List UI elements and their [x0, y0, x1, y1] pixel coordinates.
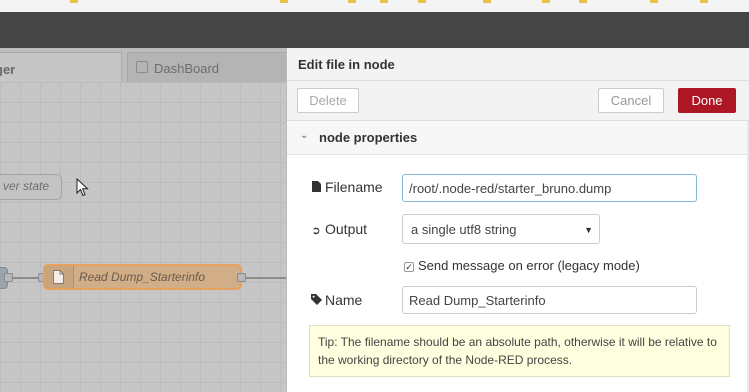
bookmark-icon[interactable] [650, 0, 658, 3]
app-header [0, 12, 749, 48]
output-label: ➲ Output [309, 221, 367, 237]
panel-title-bar: Edit file in node [287, 48, 749, 81]
bookmark-icon[interactable] [579, 0, 587, 3]
output-port[interactable] [4, 273, 13, 282]
sign-out-icon: ➲ [311, 225, 321, 237]
flow-tab-icon [136, 61, 148, 73]
bookmark-icon[interactable] [348, 0, 356, 3]
tag-icon [309, 294, 323, 308]
flow-canvas[interactable]: ver state Read Dump_Starterinfo [0, 82, 286, 392]
flow-workspace: ger DashBoard ver state Read Dump_Starte… [0, 48, 286, 392]
name-input[interactable]: Read Dump_Starterinfo [402, 286, 697, 314]
tab-flow[interactable]: ger [0, 52, 122, 82]
delete-button[interactable]: Delete [297, 88, 359, 113]
filename-label: Filename [309, 179, 383, 195]
section-title: node properties [319, 130, 418, 145]
file-in-node[interactable]: Read Dump_Starterinfo [43, 264, 242, 290]
send-error-label: Send message on error (legacy mode) [418, 258, 640, 273]
tip-box: Tip: The filename should be an absolute … [309, 325, 730, 377]
workspace-tabbar: ger DashBoard [0, 48, 286, 82]
edit-node-panel: Edit file in node Delete Cancel Done ⌄ n… [286, 48, 749, 392]
node-label: ver state [3, 179, 50, 193]
send-error-checkbox[interactable]: ✓ [404, 262, 414, 272]
bookmark-icon[interactable] [280, 0, 288, 3]
bookmark-icon[interactable] [483, 0, 491, 3]
bookmark-icon[interactable] [380, 0, 388, 3]
output-port[interactable] [237, 273, 246, 282]
node-properties-section-header[interactable]: ⌄ node properties [287, 121, 749, 155]
browser-bookmark-strip [0, 0, 749, 12]
output-select[interactable]: a single utf8 string ▼ [402, 214, 600, 244]
dropdown-arrow-icon: ▼ [584, 225, 593, 235]
file-icon [309, 181, 323, 195]
tab-label: ger [0, 62, 16, 77]
bookmark-icon[interactable] [542, 0, 550, 3]
bookmark-icon[interactable] [418, 0, 426, 3]
chevron-down-icon: ⌄ [300, 130, 309, 141]
tab-label: DashBoard [154, 61, 220, 76]
name-label: Name [309, 292, 362, 308]
bookmark-icon[interactable] [70, 0, 78, 3]
bookmark-icon[interactable] [700, 0, 708, 3]
node-wire[interactable] [246, 277, 286, 279]
mouse-cursor-icon [76, 178, 89, 197]
flow-node[interactable]: ver state [0, 174, 62, 200]
panel-button-bar: Delete Cancel Done [287, 81, 749, 121]
node-label: Read Dump_Starterinfo [79, 270, 206, 284]
node-icon-area [45, 266, 74, 288]
cancel-button[interactable]: Cancel [598, 88, 664, 113]
file-icon [53, 270, 64, 284]
output-select-value: a single utf8 string [411, 222, 517, 237]
tab-dashboard[interactable]: DashBoard [127, 52, 286, 82]
filename-input[interactable]: /root/.node-red/starter_bruno.dump [402, 174, 697, 202]
panel-title: Edit file in node [298, 57, 395, 72]
done-button[interactable]: Done [678, 88, 736, 113]
